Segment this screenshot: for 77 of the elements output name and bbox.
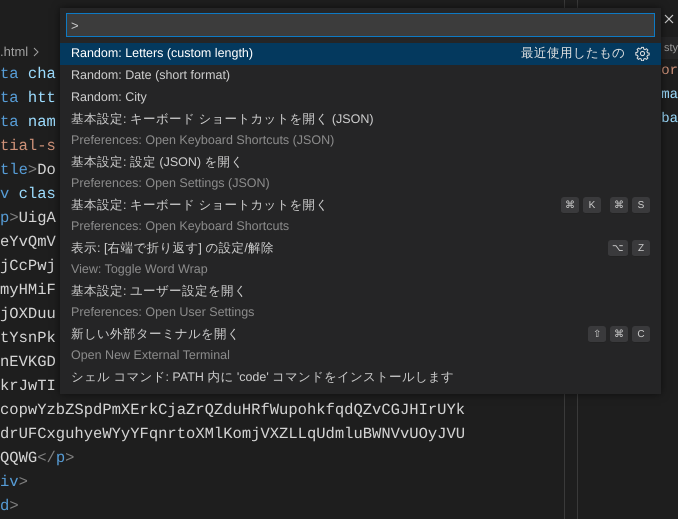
code-text: iv: [0, 472, 19, 494]
command-description: Preferences: Open User Settings: [71, 304, 254, 322]
command-item[interactable]: 新しい外部ターミナルを開く Open New External Terminal ⇧ ⌘ C: [60, 324, 661, 366]
command-item[interactable]: 基本設定: キーボード ショートカットを開く Preferences: Open Keyboard Shortcuts ⌘ K ⌘ S: [60, 194, 661, 238]
command-item[interactable]: 表示: [右端で折り返す] の設定/解除 View: Toggle Word Wrap ⌥ Z: [60, 238, 661, 280]
code-text: >: [9, 496, 19, 518]
code-text: p: [56, 448, 66, 470]
command-label: Random: Letters (custom length): [71, 45, 254, 62]
command-label: Random: City: [71, 89, 147, 106]
code-text: ba: [661, 110, 678, 128]
code-text: >: [9, 208, 19, 230]
breadcrumb-file[interactable]: .html: [0, 42, 28, 62]
recently-used-label: 最近使用したもの: [521, 45, 625, 62]
command-description: Preferences: Open Keyboard Shortcuts (JSON): [71, 132, 334, 150]
code-text: >: [18, 472, 28, 494]
code-text: eYvQmV: [0, 232, 56, 254]
command-description: Open New External Terminal: [71, 347, 230, 364]
code-text: tYsnPk: [0, 328, 56, 350]
keybinding-key: Z: [632, 240, 650, 257]
keybinding-key: C: [632, 326, 650, 343]
command-label: 基本設定: キーボード ショートカットを開く (JSON): [71, 111, 374, 128]
code-text: or: [661, 62, 678, 80]
keybinding-key: ⌘: [561, 197, 579, 214]
code-text: </: [37, 448, 56, 470]
editor-tab[interactable]: sty: [664, 40, 678, 56]
command-label: シェル コマンド: PATH 内に 'code' コマンドをインストールします: [71, 369, 454, 386]
code-text: myHMiF: [0, 280, 56, 302]
command-item[interactable]: Random: Letters (custom length) 最近使用したもの: [60, 42, 661, 64]
code-text: v: [0, 184, 10, 206]
command-item[interactable]: シェル コマンド: PATH 内に 'code' コマンドをインストールします: [60, 366, 661, 388]
command-item[interactable]: Random: City: [60, 86, 661, 108]
keybinding-key: S: [632, 197, 650, 214]
command-label: 表示: [右端で折り返す] の設定/解除: [71, 240, 274, 258]
command-description: View: Toggle Word Wrap: [71, 261, 208, 278]
code-text: nEVKGD: [0, 352, 56, 374]
close-icon[interactable]: [664, 14, 674, 24]
code-text: cha: [26, 64, 56, 86]
command-input[interactable]: >: [66, 13, 655, 37]
chevron-icon: [32, 47, 40, 57]
code-text: ta: [0, 64, 19, 86]
code-text: >: [65, 448, 74, 470]
command-label: Random: Date (short format): [71, 67, 230, 84]
code-text: copwYzbZSpdPmXErkCjaZrQZduHRfWupohkfqdQZvCGJHIrUYk: [0, 400, 466, 422]
code-text: >: [28, 160, 38, 182]
code-text: jCcPwj: [0, 256, 56, 278]
code-text: jOXDuu: [0, 304, 56, 326]
command-label: 基本設定: キーボード ショートカットを開く: [71, 197, 328, 214]
code-text: ta: [0, 88, 19, 110]
code-text: htt: [26, 88, 56, 110]
command-description: Preferences: Open Keyboard Shortcuts: [71, 218, 290, 236]
code-text: tial-s: [0, 136, 56, 158]
command-item[interactable]: 基本設定: ユーザー設定を開く Preferences: Open User Settings: [60, 280, 661, 324]
code-text: ma: [661, 86, 678, 104]
keybinding-key: K: [583, 197, 601, 214]
code-text: QQWG: [0, 448, 38, 470]
command-description: Preferences: Open Settings (JSON): [71, 175, 270, 192]
code-text: krJwTI: [0, 376, 56, 398]
code-text: d: [0, 496, 10, 518]
code-text: drUFCxguhyeWYyYFqnrtoXMlKomjVXZLLqUdmluBWNVvUOyJVU: [0, 424, 466, 446]
command-item[interactable]: 基本設定: キーボード ショートカットを開く (JSON) Preferences: Open Keyboard Shortcuts (JSON): [60, 108, 661, 152]
code-text: Do: [37, 160, 56, 182]
command-label: 基本設定: 設定 (JSON) を開く: [71, 154, 244, 172]
code-text: UigA: [18, 208, 56, 230]
keybinding-key: ⌘: [610, 197, 628, 214]
code-text: ta: [0, 112, 19, 134]
code-text: nam: [26, 112, 56, 134]
keybinding-key: ⇧: [588, 326, 606, 343]
code-text: clas: [18, 184, 56, 206]
keybinding-key: ⌥: [608, 240, 628, 257]
command-item[interactable]: Random: Date (short format): [60, 64, 661, 86]
code-text: tle: [0, 160, 28, 182]
keybinding-key: ⌘: [610, 326, 628, 343]
command-label: 基本設定: ユーザー設定を開く: [71, 283, 247, 300]
settings-icon[interactable]: [635, 46, 650, 61]
command-label: 新しい外部ターミナルを開く: [71, 326, 240, 344]
command-item[interactable]: 基本設定: 設定 (JSON) を開く Preferences: Open Settings (JSON): [60, 152, 661, 194]
code-text: p: [0, 208, 10, 230]
